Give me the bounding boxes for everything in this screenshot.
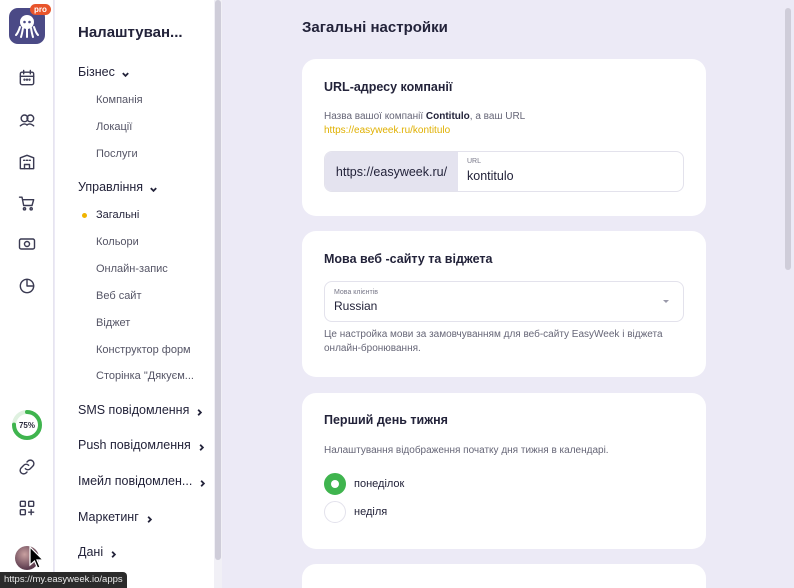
link-icon[interactable] [15, 455, 39, 479]
caret-down-icon [663, 300, 669, 303]
icon-rail: pro 75% [0, 0, 54, 588]
menu-item-services[interactable]: Послуги [96, 148, 138, 160]
settings-menu-title: Налаштуван... [78, 24, 183, 41]
card-title: Перший день тижня [324, 413, 448, 427]
progress-label: 75% [18, 420, 35, 430]
card-title: Мова веб -сайту та віджета [324, 252, 493, 266]
radio-sunday[interactable]: неділя [324, 501, 387, 523]
main-content: Загальні настройки URL-адресу компанії Н… [222, 0, 794, 588]
card-title: URL-адресу компанії [324, 80, 453, 94]
chart-pie-icon[interactable] [15, 274, 39, 298]
radio-label: понеділок [354, 478, 405, 490]
main-scrollbar-thumb[interactable] [785, 8, 791, 270]
select-value: Russian [334, 299, 378, 313]
chevron-down-icon [149, 183, 158, 192]
settings-menu: Налаштуван... Бізнес Компанія Локації По… [55, 0, 214, 588]
menu-group-label: SMS повідомлення [78, 403, 190, 417]
menu-item-thank-you-page[interactable]: Сторінка "Дякуєм... [96, 370, 194, 382]
apps-add-icon[interactable] [15, 496, 39, 520]
money-icon[interactable] [15, 232, 39, 256]
clients-icon[interactable] [15, 108, 39, 132]
chevron-down-icon [121, 68, 130, 77]
chevron-right-icon [145, 513, 154, 523]
chevron-right-icon [109, 548, 118, 558]
menu-group-data[interactable]: Дані [78, 545, 118, 559]
status-bar-url: https://my.easyweek.io/apps [0, 572, 127, 588]
company-url-description: Назва вашої компанії Contitulo, а ваш UR… [324, 110, 525, 138]
menu-item-online-booking[interactable]: Онлайн-запис [96, 263, 168, 275]
url-input-label: URL [467, 158, 482, 165]
url-slug-input[interactable]: URL kontitulo [458, 152, 683, 191]
description-text: Назва вашої компанії [324, 111, 426, 122]
menu-group-label: Маркетинг [78, 510, 139, 524]
menu-item-widget[interactable]: Віджет [96, 317, 130, 329]
menu-item-locations[interactable]: Локації [96, 121, 132, 133]
language-card: Мова веб -сайту та віджета Мова клієнтів… [302, 231, 706, 377]
chevron-right-icon [197, 441, 206, 451]
building-icon[interactable] [15, 150, 39, 174]
menu-group-sms[interactable]: SMS повідомлення [78, 403, 204, 417]
first-day-description: Налаштування відображення початку дня ти… [324, 445, 609, 456]
menu-group-label: Управління [78, 180, 144, 194]
company-name: Contitulo [425, 111, 470, 122]
pro-badge: pro [30, 4, 51, 15]
description-text: , а ваш URL [469, 111, 526, 122]
menu-group-push[interactable]: Push повідомлення [78, 438, 206, 452]
menu-group-label: Дані [78, 545, 104, 559]
menu-item-colors[interactable]: Кольори [96, 236, 139, 248]
calendar-icon[interactable] [15, 66, 39, 90]
menu-item-company[interactable]: Компанія [96, 94, 143, 106]
mouse-cursor-icon [29, 546, 45, 569]
radio-label: неділя [354, 506, 388, 518]
menu-group-management[interactable]: Управління [78, 180, 158, 194]
menu-item-form-builder[interactable]: Конструктор форм [96, 344, 191, 356]
menu-group-business[interactable]: Бізнес [78, 65, 130, 79]
url-input-group: https://easyweek.ru/ URL kontitulo [324, 151, 684, 192]
menu-group-label: Бізнес [78, 65, 115, 79]
menu-group-label: Імейл повідомлен... [78, 474, 193, 488]
menu-group-marketing[interactable]: Маркетинг [78, 510, 154, 524]
next-settings-card [302, 564, 706, 588]
client-language-select[interactable]: Мова клієнтів Russian [324, 281, 684, 322]
url-prefix: https://easyweek.ru/ [325, 152, 458, 191]
page-title: Загальні настройки [302, 19, 448, 36]
menu-group-email[interactable]: Імейл повідомлен... [78, 474, 207, 488]
first-day-card: Перший день тижня Налаштування відображе… [302, 393, 706, 549]
url-input-value: kontitulo [467, 169, 514, 183]
active-item-dot [82, 213, 87, 218]
chevron-right-icon [195, 406, 204, 416]
menu-scrollbar-thumb[interactable] [215, 0, 221, 560]
select-label: Мова клієнтів [334, 289, 378, 296]
menu-item-website[interactable]: Веб сайт [96, 290, 142, 302]
menu-item-general[interactable]: Загальні [96, 209, 139, 221]
company-url-card: URL-адресу компанії Назва вашої компанії… [302, 59, 706, 216]
cart-icon[interactable] [15, 191, 39, 215]
radio-monday[interactable]: понеділок [324, 473, 404, 495]
radio-button[interactable] [324, 501, 346, 523]
company-url-link[interactable]: https://easyweek.ru/kontitulo [324, 125, 450, 136]
language-description: Це настройка мови за замовчуванням для в… [324, 329, 663, 354]
chevron-right-icon [198, 477, 207, 487]
radio-button-checked[interactable] [324, 473, 346, 495]
menu-group-label: Push повідомлення [78, 438, 191, 452]
